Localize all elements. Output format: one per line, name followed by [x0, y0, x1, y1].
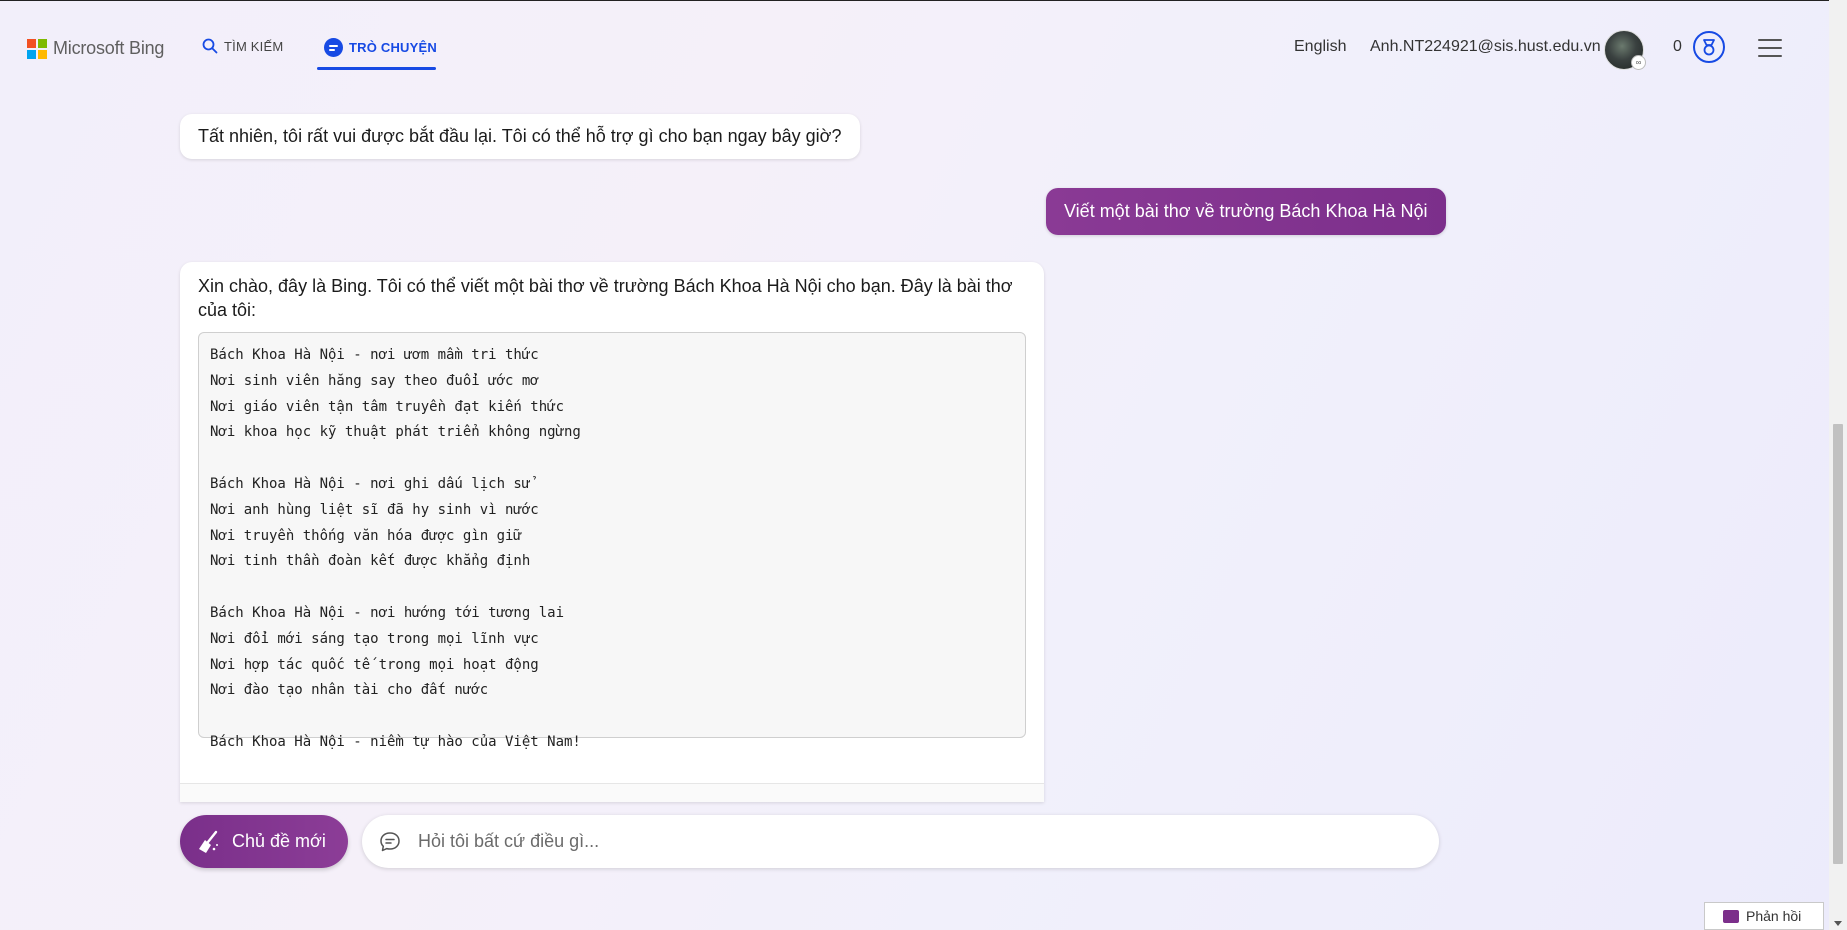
feedback-label: Phản hồi [1746, 908, 1802, 924]
microsoft-logo-icon [27, 38, 47, 59]
medal-glyph-icon [1703, 39, 1715, 56]
user-message-text: Viết một bài thơ về trường Bách Khoa Hà … [1064, 201, 1428, 221]
top-header: Microsoft Bing TÌM KIẾM TRÒ CHUYỆN Engli… [0, 0, 1847, 96]
poem-line: Bách Khoa Hà Nội - niềm tự hào của Việt … [210, 733, 581, 750]
scrollbar-thumb[interactable] [1833, 424, 1843, 864]
broom-icon [199, 830, 218, 853]
poem-line: Nơi truyền thống văn hóa được gìn giữ [210, 527, 522, 544]
poem-line: Nơi tinh thần đoàn kết được khẳng định [210, 553, 531, 570]
chat-input-container[interactable] [362, 815, 1439, 868]
rewards-medal-icon[interactable] [1693, 31, 1725, 63]
rewards-count[interactable]: 0 [1673, 38, 1682, 56]
tab-chat-label: TRÒ CHUYỆN [349, 40, 437, 55]
user-message: Viết một bài thơ về trường Bách Khoa Hà … [1046, 188, 1446, 235]
active-tab-indicator [317, 67, 436, 70]
bot-message-2: Xin chào, đây là Bing. Tôi có thể viết m… [180, 262, 1044, 802]
poem-line [210, 575, 1014, 601]
page-scrollbar[interactable] [1829, 0, 1847, 930]
chat-input[interactable] [416, 830, 1400, 853]
bot-message-1: Tất nhiên, tôi rất vui được bắt đầu lại.… [180, 114, 860, 159]
logo-text: Microsoft Bing [53, 38, 165, 58]
bing-logo[interactable]: Microsoft Bing [27, 38, 164, 59]
tab-search[interactable]: TÌM KIẾM [202, 38, 283, 54]
poem-line: Nơi anh hùng liệt sĩ đã hy sinh vì nước [210, 501, 539, 518]
poem-line: Bách Khoa Hà Nội - nơi ươm mầm tri thức [210, 347, 539, 363]
bot-message-2-intro: Xin chào, đây là Bing. Tôi có thể viết m… [198, 276, 1013, 320]
chat-icon [324, 38, 343, 57]
avatar[interactable]: ∞ [1604, 30, 1646, 70]
poem-line [210, 446, 1014, 472]
poem-code-block: Bách Khoa Hà Nội - nơi ươm mầm tri thức N… [198, 332, 1026, 750]
feedback-icon [1723, 909, 1739, 923]
chat-bubble-icon [380, 831, 400, 851]
poem-line: Bách Khoa Hà Nội - nơi hướng tới tương l… [210, 604, 565, 621]
bot-message-1-text: Tất nhiên, tôi rất vui được bắt đầu lại.… [198, 126, 842, 146]
poem-line: Nơi đào tạo nhân tài cho đất nước [210, 682, 489, 699]
language-link[interactable]: English [1294, 38, 1346, 56]
poem-line: Nơi hợp tác quốc tế trong mọi hoạt động [210, 656, 539, 673]
tab-chat[interactable]: TRÒ CHUYỆN [324, 38, 437, 57]
account-badge-icon: ∞ [1631, 55, 1646, 70]
scroll-down-arrow-icon[interactable] [1834, 921, 1842, 926]
poem-line: Nơi giáo viên tận tâm truyền đạt kiến th… [210, 398, 565, 415]
search-icon [202, 38, 218, 54]
poem-line: Bách Khoa Hà Nội - nơi ghi dấu lịch sử [210, 475, 531, 492]
new-topic-button[interactable]: Chủ đề mới [180, 815, 348, 868]
message-footer [180, 783, 1044, 802]
poem-line: Nơi sinh viên hăng say theo đuổi ước mơ [210, 372, 539, 389]
user-email[interactable]: Anh.NT224921@sis.hust.edu.vn [1370, 38, 1601, 56]
tab-search-label: TÌM KIẾM [224, 38, 284, 54]
feedback-button[interactable]: Phản hồi [1704, 902, 1824, 930]
new-topic-label: Chủ đề mới [232, 831, 326, 851]
poem-line: Nơi khoa học kỹ thuật phát triển không n… [210, 424, 581, 441]
poem-line: Nơi đổi mới sáng tạo trong mọi lĩnh vực [210, 630, 539, 647]
poem-line [210, 704, 1014, 730]
hamburger-menu-icon[interactable] [1758, 39, 1782, 57]
